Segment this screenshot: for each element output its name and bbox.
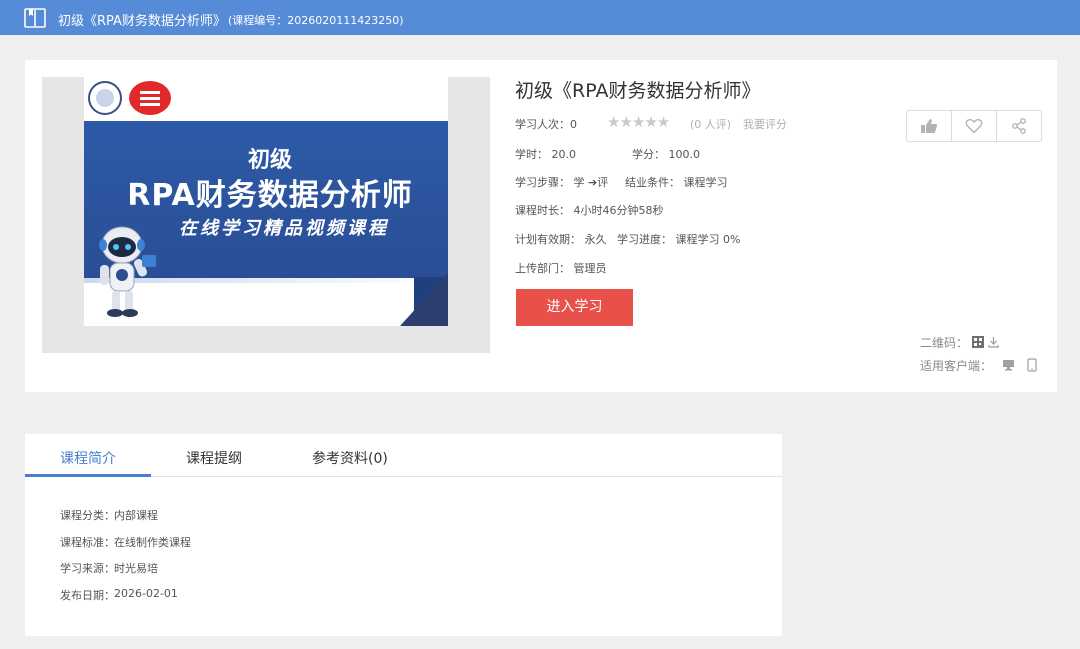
- download-icon[interactable]: [988, 336, 999, 348]
- detail-value: 2026-02-01: [114, 587, 178, 600]
- top-bar: 初级《RPA财务数据分析师》 (课程编号：2026020111423250): [0, 0, 1080, 35]
- plan-validity: 计划有效期： 永久: [515, 233, 607, 246]
- enter-study-button[interactable]: 进入学习: [516, 289, 633, 326]
- brand-logo: [129, 81, 171, 115]
- study-hours: 学时： 20.0: [515, 148, 576, 161]
- share-button[interactable]: [997, 111, 1041, 141]
- course-code: (课程编号：2026020111423250): [228, 14, 404, 27]
- cover-corner-fold: [400, 273, 448, 326]
- client-label: 适用客户端：: [920, 359, 993, 373]
- qr-code-label: 二维码：: [920, 336, 969, 350]
- thumbs-up-icon: [921, 119, 938, 133]
- detail-value: 时光易培: [114, 562, 158, 575]
- mobile-icon: [1027, 358, 1037, 372]
- cover-title-main: RPA财务数据分析师: [127, 178, 413, 213]
- tab-reference-materials[interactable]: 参考资料(0): [312, 448, 388, 468]
- rate-link[interactable]: 我要评分: [743, 116, 787, 132]
- detail-label: 学习来源：: [60, 562, 115, 575]
- course-cover-image[interactable]: 初级 RPA财务数据分析师 在线学习精品视频课程: [84, 77, 448, 326]
- rating-count: (0 人评): [690, 118, 732, 131]
- detail-label: 发布日期：: [60, 589, 115, 602]
- robot-illustration: [99, 226, 156, 317]
- active-tab-indicator: [25, 474, 151, 477]
- course-details-card: 课程简介 课程提纲 参考资料(0) 课程分类： 内部课程 课程标准： 在线制作类…: [25, 434, 782, 636]
- tab-bar: 课程简介 课程提纲 参考资料(0): [25, 434, 782, 477]
- like-button[interactable]: [907, 111, 952, 141]
- course-duration: 课程时长： 4小时46分钟58秒: [515, 204, 664, 217]
- book-icon: [24, 8, 46, 28]
- action-buttons: [906, 110, 1042, 142]
- course-title: 初级《RPA财务数据分析师》: [515, 80, 761, 102]
- learning-steps: 学习步骤： 学 ➔评: [515, 176, 609, 189]
- detail-value: 在线制作类课程: [114, 536, 191, 549]
- learner-count: 学习人次：0: [515, 118, 577, 131]
- detail-label: 课程分类：: [60, 509, 115, 522]
- detail-value: 内部课程: [114, 509, 158, 522]
- qr-code-icon[interactable]: [972, 336, 984, 348]
- tab-course-outline[interactable]: 课程提纲: [186, 448, 242, 468]
- header-title: 初级《RPA财务数据分析师》: [58, 14, 226, 29]
- credits: 学分： 100.0: [632, 148, 700, 161]
- rating-stars[interactable]: ★★★★★: [607, 113, 670, 131]
- desktop-icon: [1003, 360, 1014, 371]
- upload-department: 上传部门： 管理员: [515, 262, 607, 275]
- heart-icon: [965, 119, 983, 134]
- school-logo: [88, 81, 122, 115]
- course-summary-card: 初级 RPA财务数据分析师 在线学习精品视频课程 初级《RPA财务数据分析师》 …: [25, 60, 1057, 392]
- detail-label: 课程标准：: [60, 536, 115, 549]
- favorite-button[interactable]: [952, 111, 997, 141]
- tab-course-intro[interactable]: 课程简介: [60, 448, 116, 468]
- share-icon: [1012, 118, 1026, 134]
- completion-condition: 结业条件： 课程学习: [625, 176, 728, 189]
- learning-progress: 学习进度： 课程学习 0%: [617, 233, 741, 246]
- cover-frame: 初级 RPA财务数据分析师 在线学习精品视频课程: [42, 77, 490, 353]
